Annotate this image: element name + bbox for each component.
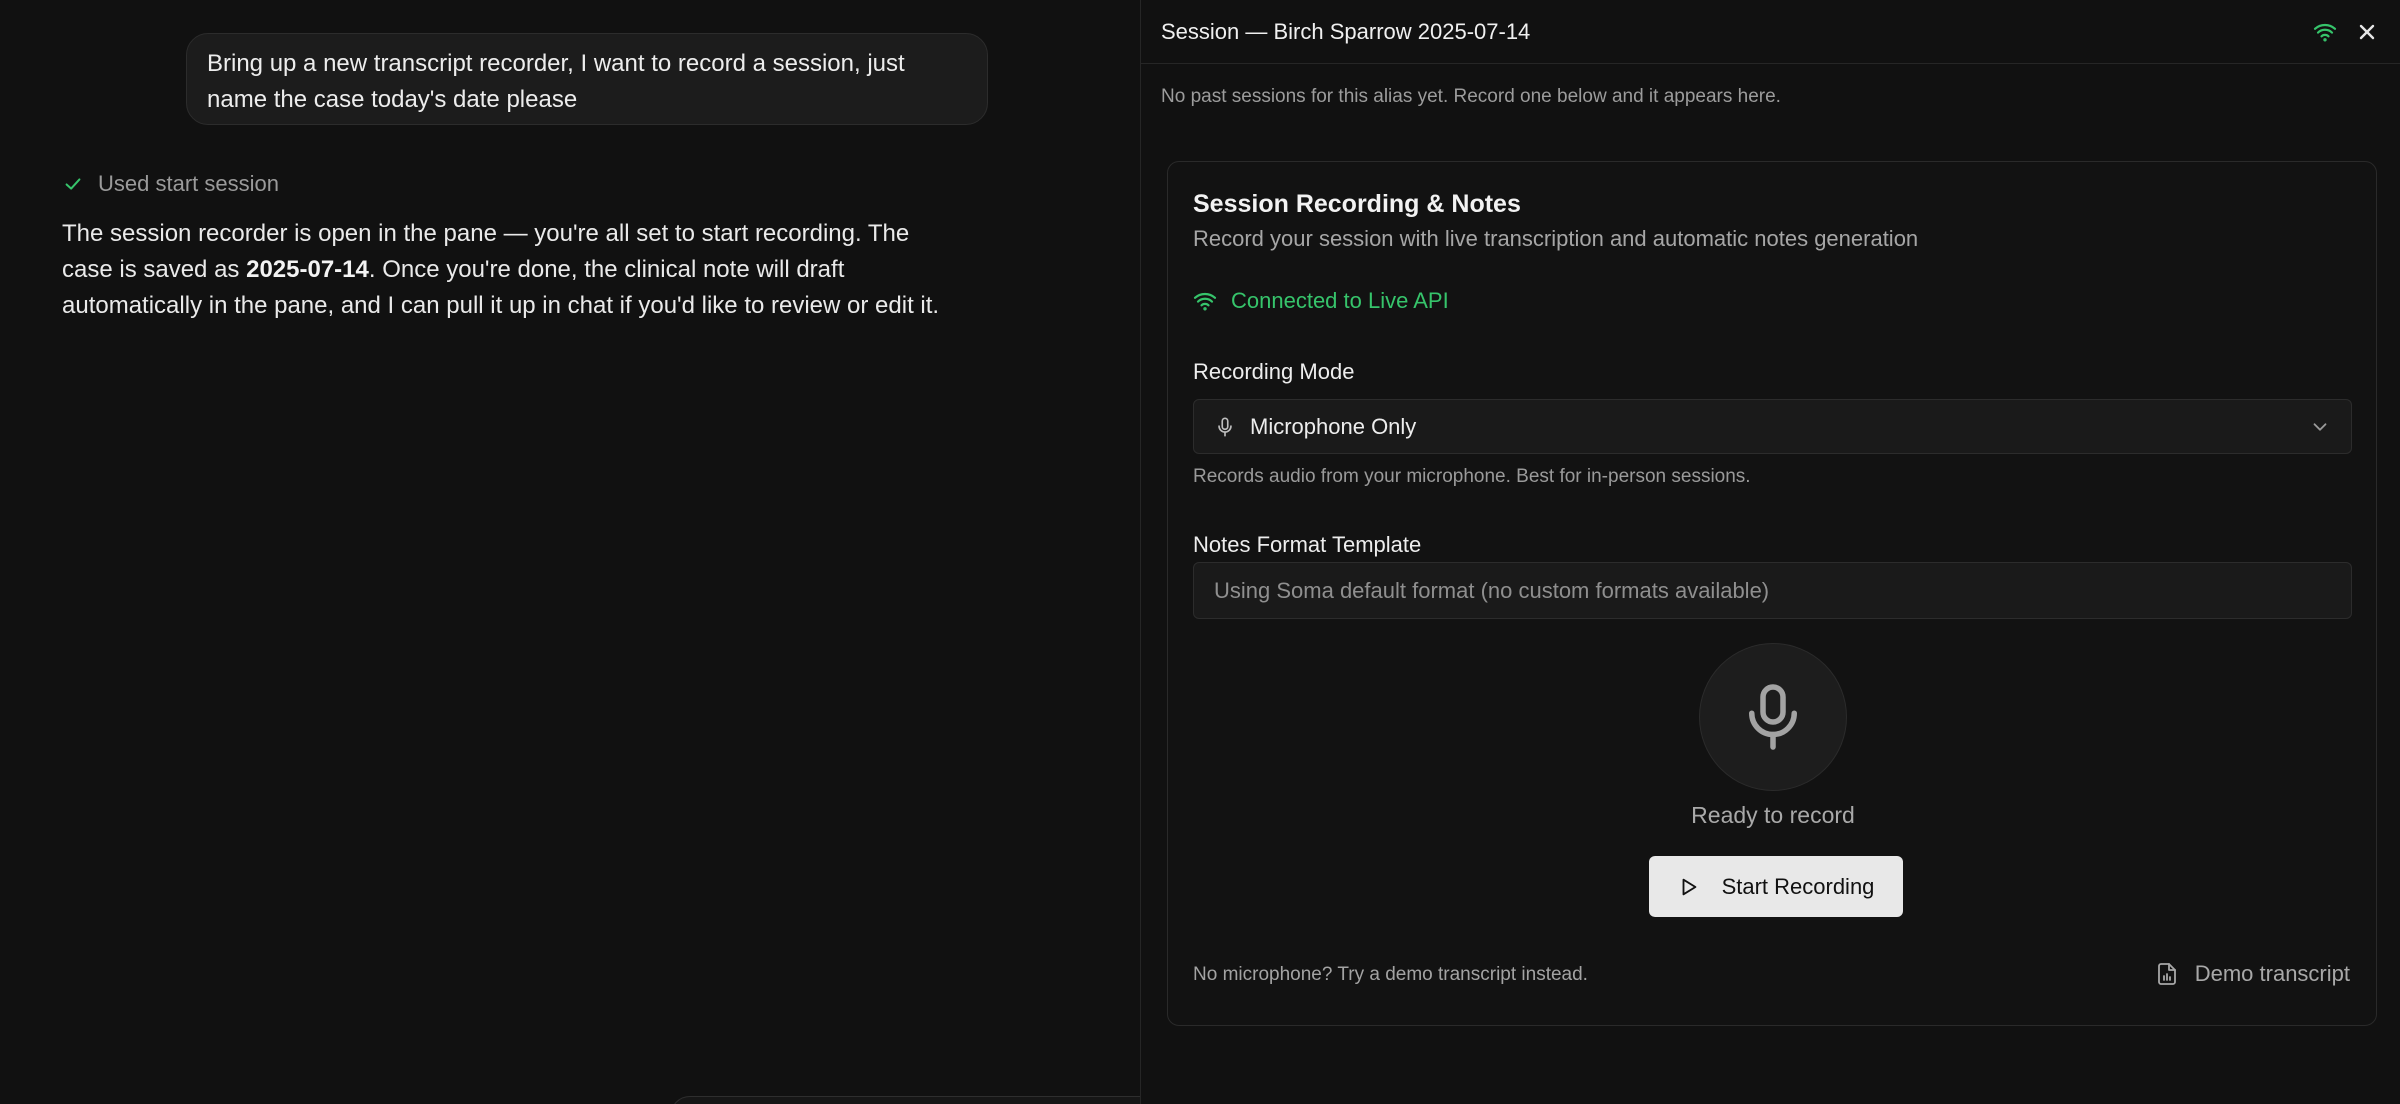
close-icon bbox=[2359, 24, 2375, 39]
chat-panel: Bring up a new transcript recorder, I wa… bbox=[0, 0, 1620, 1104]
card-subtitle: Record your session with live transcript… bbox=[1193, 226, 1919, 251]
wifi-icon bbox=[2311, 18, 2339, 46]
case-name: 2025-07-14 bbox=[246, 256, 369, 283]
chevron-down-icon bbox=[2313, 422, 2327, 431]
session-pane: Session — Birch Sparrow 2025-07-14 No pa… bbox=[1140, 0, 2400, 1104]
close-button[interactable] bbox=[2353, 18, 2381, 46]
connection-status-text: Connected to Live API bbox=[1231, 288, 1449, 313]
start-recording-label: Start Recording bbox=[1721, 873, 1875, 899]
microphone-icon bbox=[1749, 684, 1797, 750]
past-sessions-note: No past sessions for this alias yet. Rec… bbox=[1161, 86, 1781, 107]
tool-status-label: Used start session bbox=[98, 171, 279, 196]
tool-status[interactable]: Used start session bbox=[62, 168, 279, 200]
assistant-message: The session recorder is open in the pane… bbox=[62, 216, 962, 324]
wifi-icon bbox=[1193, 292, 1217, 311]
demo-transcript-label: Demo transcript bbox=[2194, 961, 2350, 986]
microphone-icon bbox=[1218, 416, 1232, 437]
pane-title: Session — Birch Sparrow 2025-07-14 bbox=[1161, 18, 1531, 44]
file-audio-icon bbox=[2157, 963, 2176, 985]
recording-card: Session Recording & Notes Record your se… bbox=[1167, 161, 2377, 1026]
demo-transcript-button[interactable]: Demo transcript bbox=[2155, 954, 2350, 994]
user-message: Bring up a new transcript recorder, I wa… bbox=[186, 33, 988, 125]
notes-format-label: Notes Format Template bbox=[1193, 532, 1422, 557]
recording-mode-hint: Records audio from your microphone. Best… bbox=[1193, 466, 1751, 487]
recording-mode-value: Microphone Only bbox=[1250, 413, 1417, 439]
record-mic-button[interactable] bbox=[1699, 643, 1847, 791]
start-recording-button[interactable]: Start Recording bbox=[1649, 856, 1903, 917]
recording-mode-select[interactable]: Microphone Only bbox=[1193, 399, 2352, 454]
notes-format-field[interactable]: Using Soma default format (no custom for… bbox=[1193, 562, 2352, 619]
play-icon bbox=[1682, 878, 1696, 895]
check-icon bbox=[65, 178, 81, 190]
ready-status: Ready to record bbox=[1691, 802, 1855, 828]
card-title: Session Recording & Notes bbox=[1193, 190, 1521, 218]
app-root: Bring up a new transcript recorder, I wa… bbox=[0, 0, 2400, 1104]
demo-note: No microphone? Try a demo transcript ins… bbox=[1193, 964, 1588, 985]
recording-mode-label: Recording Mode bbox=[1193, 359, 1355, 384]
connection-status: Connected to Live API bbox=[1193, 288, 1449, 314]
pane-header: Session — Birch Sparrow 2025-07-14 bbox=[1141, 0, 2400, 64]
